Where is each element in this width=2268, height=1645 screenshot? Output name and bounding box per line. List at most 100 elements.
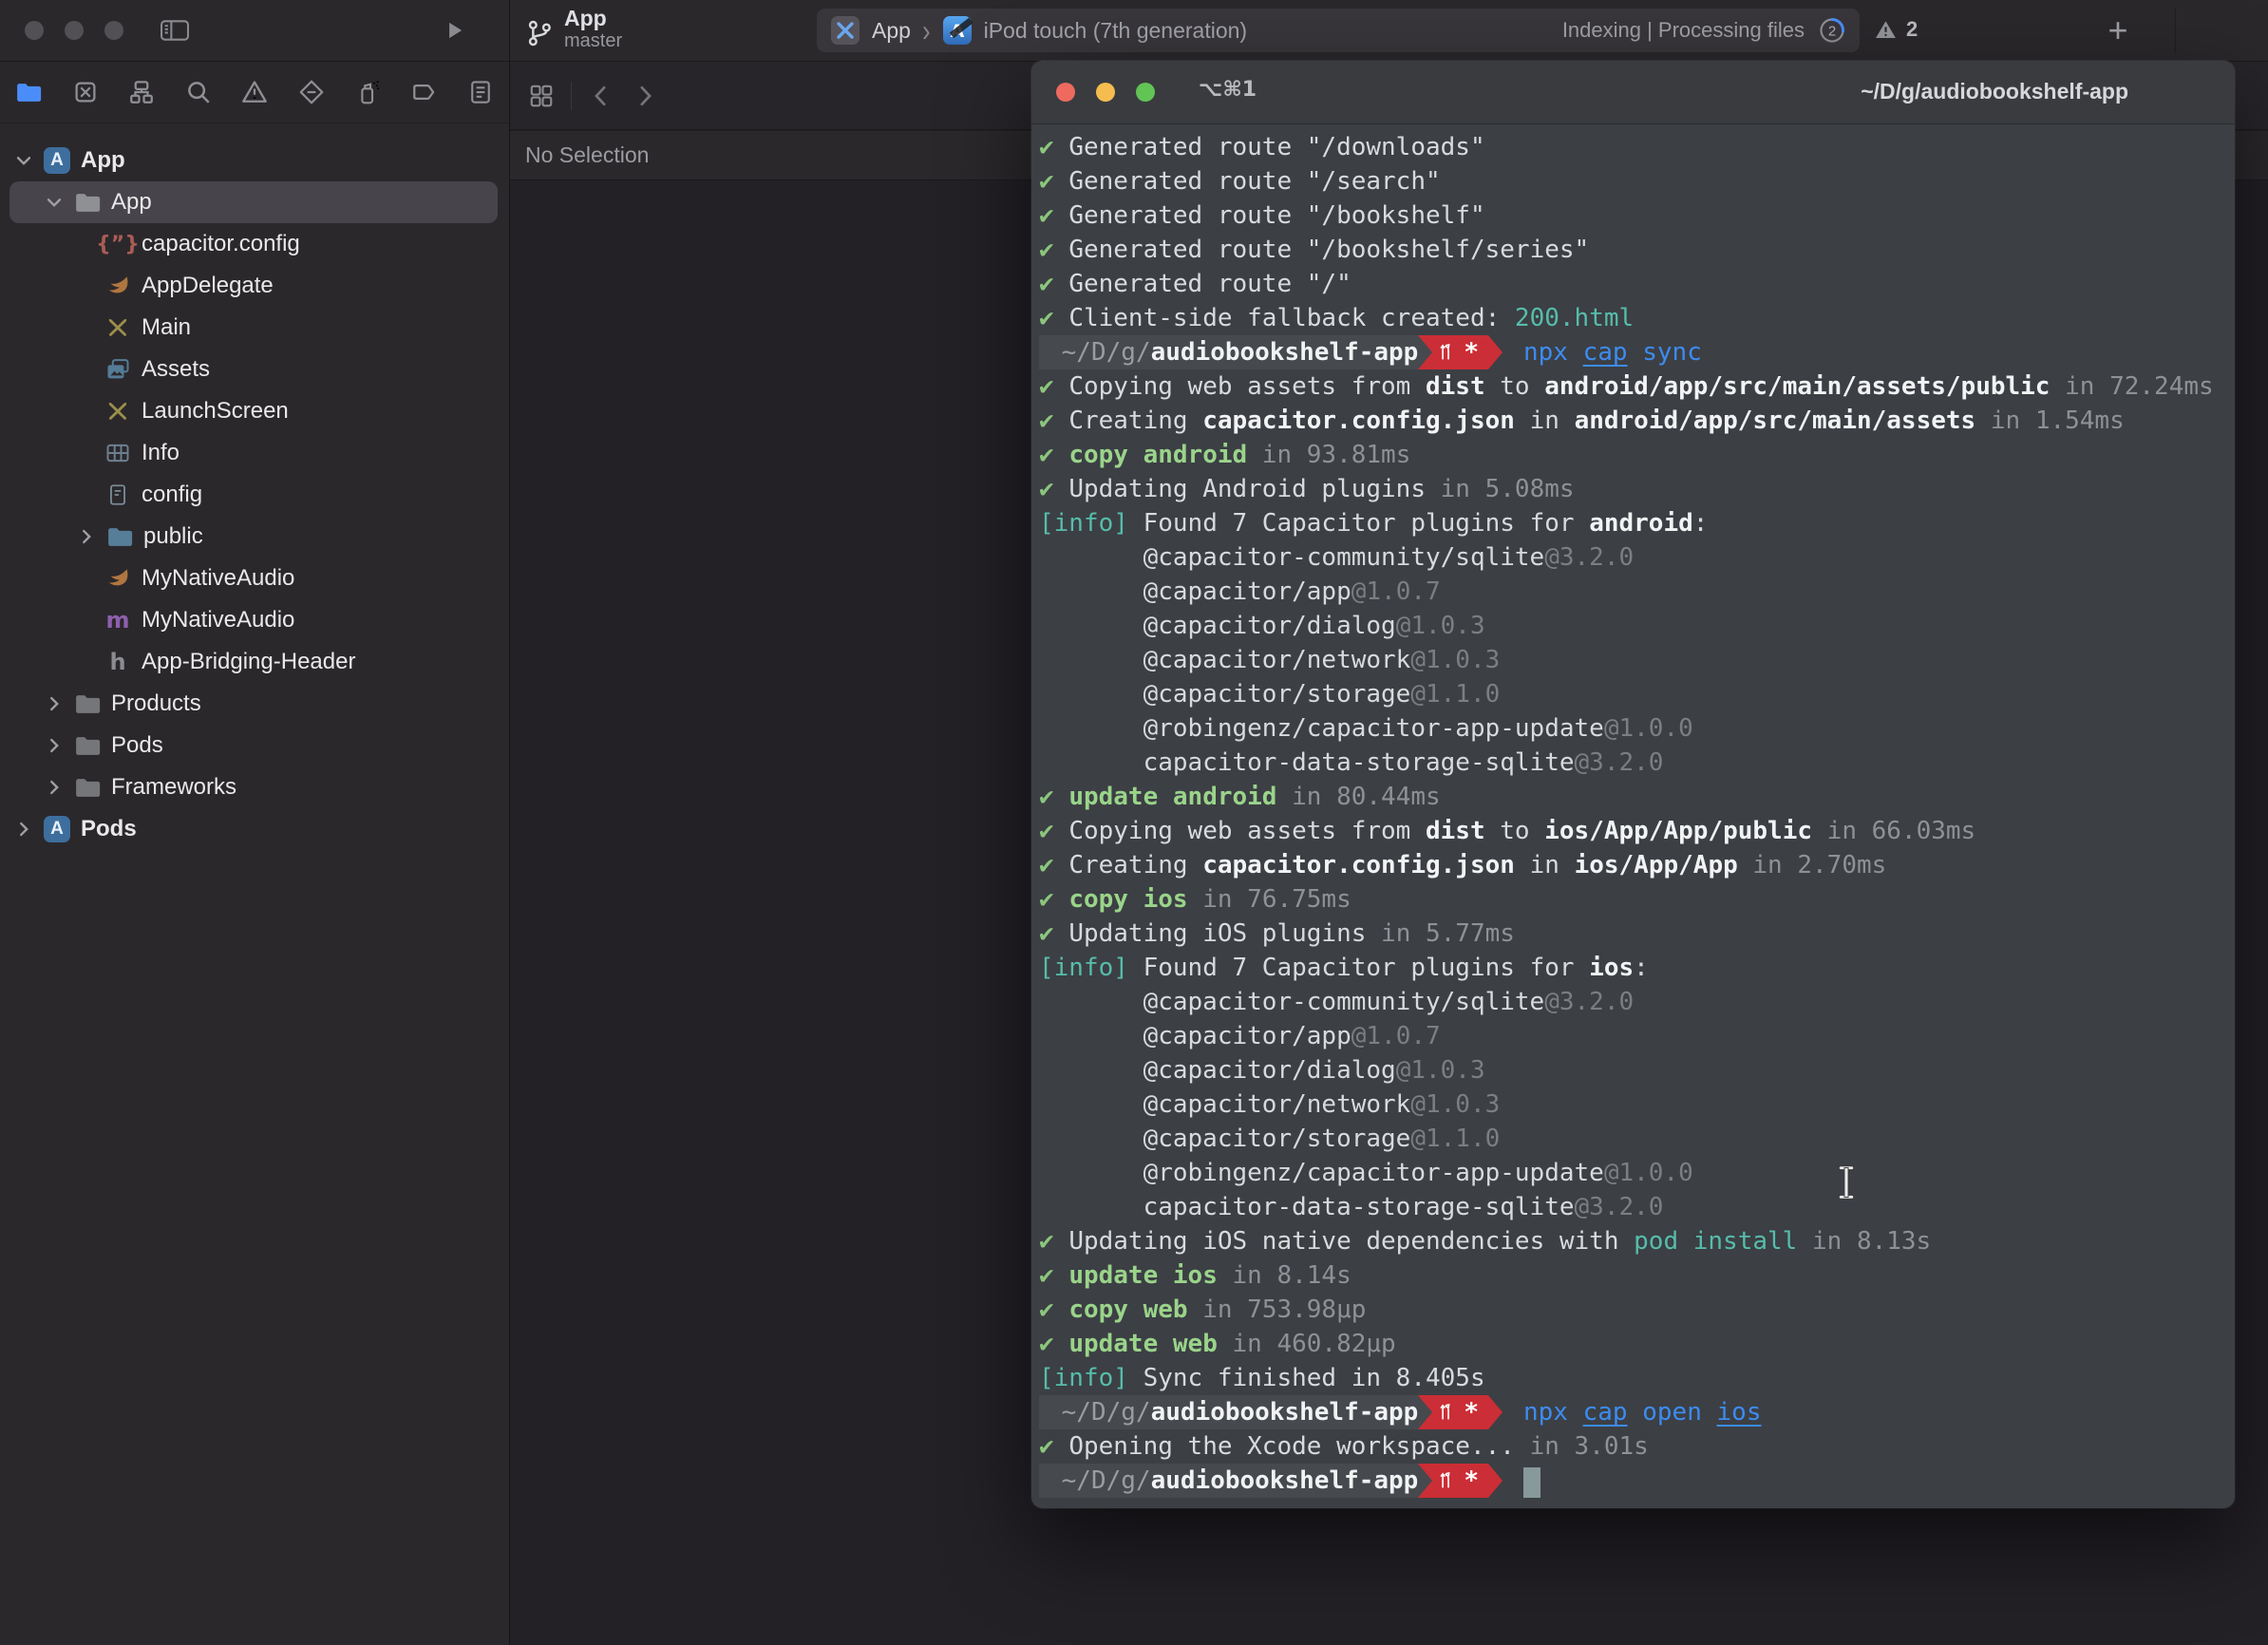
test-navigator[interactable] xyxy=(294,75,329,109)
breakpoint-navigator[interactable] xyxy=(407,75,442,109)
svg-text:2: 2 xyxy=(1828,24,1836,40)
terminal-window-title: ~/D/g/audiobookshelf-app xyxy=(1861,79,2128,104)
prompt-path: ~/D/g/audiobookshelf-app xyxy=(1039,1395,1418,1429)
tree-item-capacitor-config[interactable]: {”}capacitor.config xyxy=(0,223,509,265)
terminal-output[interactable]: ✔ Generated route "/downloads"✔ Generate… xyxy=(1031,124,2235,1498)
swift-file-icon xyxy=(103,564,133,593)
tree-item-label: Assets xyxy=(142,356,210,383)
tree-item-app[interactable]: App xyxy=(0,181,509,223)
terminal-window[interactable]: ⌥⌘1 ~/D/g/audiobookshelf-app ✔ Generated… xyxy=(1031,61,2235,1508)
terminal-line: @robingenz/capacitor-app-update@1.0.0 xyxy=(1039,711,2235,746)
tree-item-app-bridging-header[interactable]: hApp-Bridging-Header xyxy=(0,641,509,683)
scm-branch-name: master xyxy=(564,30,622,51)
terminal-line: @capacitor/app@1.0.7 xyxy=(1039,1019,2235,1053)
project-navigator-tree: AAppApp{”}capacitor.configAppDelegateMai… xyxy=(0,123,509,1645)
tree-item-label: Pods xyxy=(111,732,163,759)
breadcrumb: No Selection xyxy=(525,142,649,168)
terminal-line: ✔ Generated route "/bookshelf" xyxy=(1039,199,2235,233)
tree-item-mynativeaudio[interactable]: MyNativeAudio xyxy=(0,558,509,599)
project-navigator[interactable] xyxy=(11,75,46,109)
window-minimize-button[interactable] xyxy=(65,21,84,40)
indexing-progress-ring[interactable]: 2 xyxy=(1818,16,1846,45)
tree-item-appdelegate[interactable]: AppDelegate xyxy=(0,265,509,307)
issue-navigator[interactable] xyxy=(237,75,272,109)
disclosure-down-icon[interactable] xyxy=(44,192,65,213)
navigate-forward-icon[interactable] xyxy=(631,82,659,110)
disclosure-right-icon[interactable] xyxy=(76,526,97,547)
activity-and-scheme-bar[interactable]: App › A iPod touch (7th generation) Inde… xyxy=(817,9,1860,52)
source-control-navigator[interactable] xyxy=(68,75,103,109)
tree-item-label: Frameworks xyxy=(111,774,236,801)
git-branch-icon xyxy=(524,10,555,56)
tree-item-public[interactable]: public xyxy=(0,516,509,558)
terminal-line: ✔ Opening the Xcode workspace... in 3.01… xyxy=(1039,1429,2235,1464)
folder-icon xyxy=(72,773,103,802)
terminal-line: ✔ Creating capacitor.config.json in andr… xyxy=(1039,404,2235,438)
tree-item-launchscreen[interactable]: LaunchScreen xyxy=(0,390,509,432)
window-close-button[interactable] xyxy=(25,21,44,40)
tree-item-app[interactable]: AApp xyxy=(0,140,509,181)
screenshot-root: App master App › A iPod touch (7th gener… xyxy=(0,0,2268,1645)
disclosure-right-icon[interactable] xyxy=(44,693,65,714)
tree-item-label: Main xyxy=(142,314,191,341)
plist-file-icon xyxy=(103,439,133,467)
tree-item-mynativeaudio[interactable]: mMyNativeAudio xyxy=(0,599,509,641)
tree-item-label: App xyxy=(81,147,125,174)
tree-item-config[interactable]: config xyxy=(0,474,509,516)
scm-project-name: App xyxy=(564,6,622,30)
terminal-line: ✔ copy web in 753.98μp xyxy=(1039,1293,2235,1327)
terminal-line: @capacitor/network@1.0.3 xyxy=(1039,1087,2235,1122)
terminal-zoom-button[interactable] xyxy=(1136,83,1155,102)
run-button[interactable] xyxy=(442,18,466,43)
report-navigator[interactable] xyxy=(463,75,498,109)
terminal-line: ✔ Updating iOS plugins in 5.77ms xyxy=(1039,917,2235,951)
tree-item-main[interactable]: Main xyxy=(0,307,509,349)
disclosure-right-icon[interactable] xyxy=(44,777,65,798)
run-destination-icon: A xyxy=(942,15,973,46)
toggle-sidebar-icon[interactable] xyxy=(159,16,191,45)
prompt-branch-icon xyxy=(1438,340,1454,365)
terminal-cursor xyxy=(1523,1467,1540,1498)
window-zoom-button[interactable] xyxy=(104,21,123,40)
terminal-close-button[interactable] xyxy=(1056,83,1075,102)
disclosure-right-icon[interactable] xyxy=(13,819,34,840)
asset-catalog-icon xyxy=(103,355,133,384)
terminal-minimize-button[interactable] xyxy=(1096,83,1115,102)
source-control-summary[interactable]: App master xyxy=(524,6,622,56)
warnings-indicator[interactable]: 2 xyxy=(1873,17,1918,42)
find-navigator[interactable] xyxy=(181,75,216,109)
debug-navigator[interactable] xyxy=(350,75,385,109)
navigate-back-icon[interactable] xyxy=(587,82,615,110)
terminal-line: ✔ Updating iOS native dependencies with … xyxy=(1039,1224,2235,1258)
disclosure-right-icon[interactable] xyxy=(44,735,65,756)
tree-item-label: Info xyxy=(142,440,180,466)
terminal-line: ✔ Copying web assets from dist to androi… xyxy=(1039,369,2235,404)
terminal-line: ✔ Generated route "/" xyxy=(1039,267,2235,301)
folder-icon xyxy=(72,690,103,718)
tree-item-frameworks[interactable]: Frameworks xyxy=(0,766,509,808)
library-add-button[interactable]: + xyxy=(2097,11,2139,49)
tree-item-info[interactable]: Info xyxy=(0,432,509,474)
activity-status-text: Indexing | Processing files xyxy=(1562,18,1805,43)
tree-item-pods[interactable]: APods xyxy=(0,808,509,850)
tree-item-assets[interactable]: Assets xyxy=(0,349,509,390)
sidebar-divider xyxy=(509,0,510,1645)
terminal-title-bar[interactable]: ⌥⌘1 ~/D/g/audiobookshelf-app xyxy=(1031,61,2235,124)
terminal-line: [info] Found 7 Capacitor plugins for ios… xyxy=(1039,951,2235,985)
tree-item-label: MyNativeAudio xyxy=(142,565,294,592)
prompt-branch-icon xyxy=(1438,1400,1454,1425)
tree-item-label: public xyxy=(143,523,203,550)
symbol-navigator[interactable] xyxy=(124,75,159,109)
related-items-icon[interactable] xyxy=(527,82,556,110)
disclosure-down-icon[interactable] xyxy=(13,150,34,171)
tree-item-products[interactable]: Products xyxy=(0,683,509,725)
swift-file-icon xyxy=(103,272,133,300)
tree-item-pods[interactable]: Pods xyxy=(0,725,509,766)
terminal-line: @robingenz/capacitor-app-update@1.0.0 xyxy=(1039,1156,2235,1190)
terminal-line: ✔ update web in 460.82μp xyxy=(1039,1327,2235,1361)
terminal-line: ✔ copy android in 93.81ms xyxy=(1039,438,2235,472)
header-file-icon: h xyxy=(103,648,133,676)
storyboard-file-icon xyxy=(103,313,133,342)
git-status-segment: * xyxy=(1432,1395,1488,1429)
terminal-line: ✔ update ios in 8.14s xyxy=(1039,1258,2235,1293)
